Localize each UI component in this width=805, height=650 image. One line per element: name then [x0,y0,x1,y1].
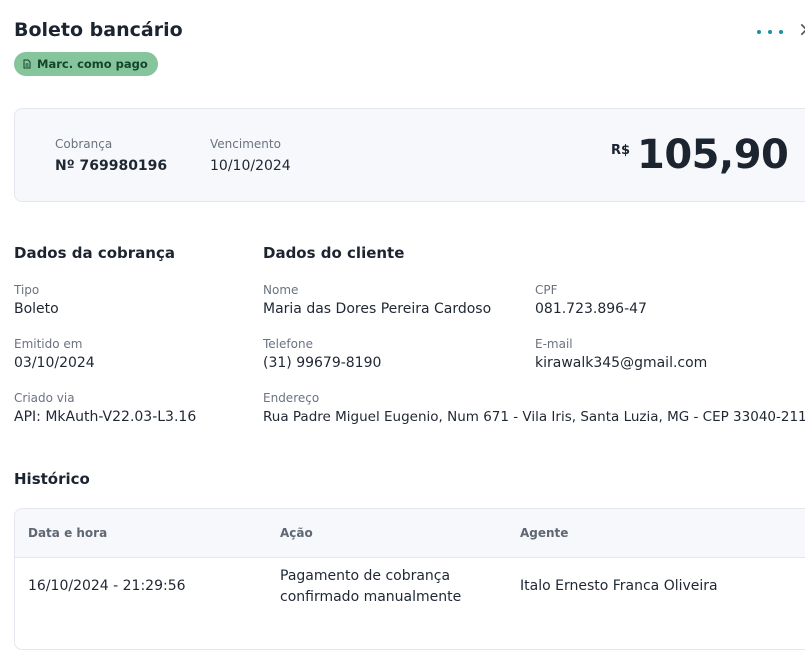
email-label: E-mail [535,337,573,351]
telefone-label: Telefone [263,337,313,351]
cobranca-label: Cobrança [55,137,113,151]
row-datetime: 16/10/2024 - 21:29:56 [28,578,186,594]
criado-value: API: MkAuth-V22.03-L3.16 [14,409,197,425]
historico-title: Histórico [14,470,90,488]
dados-cliente-title: Dados do cliente [263,244,405,262]
column-header-agente: Agente [520,526,569,540]
document-icon [23,59,31,69]
endereco-value: Rua Padre Miguel Eugenio, Num 671 - Vila… [263,409,805,425]
column-header-datetime: Data e hora [28,526,108,540]
row-agente: Italo Ernesto Franca Oliveira [520,578,718,594]
email-value: kirawalk345@gmail.com [535,355,708,371]
table-header: Data e hora Ação Agente [15,509,805,558]
vencimento-label: Vencimento [210,137,281,151]
tipo-value: Boleto [14,301,59,317]
badge-label: Marc. como pago [37,57,148,71]
nome-label: Nome [263,283,299,297]
row-acao-line1: Pagamento de cobrança [280,568,451,584]
more-options-button[interactable] [757,22,783,42]
currency-symbol: R$ [611,143,631,158]
cpf-label: CPF [535,283,558,297]
historico-table: Data e hora Ação Agente 16/10/2024 - 21:… [14,508,805,650]
row-acao-line2: confirmado manualmente [280,589,462,605]
nome-value: Maria das Dores Pereira Cardoso [263,301,492,317]
vencimento-value: 10/10/2024 [210,158,291,174]
emitido-value: 03/10/2024 [14,355,95,371]
column-header-acao: Ação [280,526,313,540]
emitido-label: Emitido em [14,337,83,351]
cpf-value: 081.723.896-47 [535,301,647,317]
criado-label: Criado via [14,391,75,405]
summary-card: Cobrança Nº 769980196 Vencimento 10/10/2… [14,108,805,202]
mark-paid-badge[interactable]: Marc. como pago [14,52,158,76]
tipo-label: Tipo [14,283,40,297]
endereco-label: Endereço [263,391,320,405]
telefone-value: (31) 99679-8190 [263,355,382,371]
page-title: Boleto bancário [14,19,183,41]
more-dots-icon [757,30,761,34]
dados-cobranca-title: Dados da cobrança [14,244,175,262]
close-icon[interactable]: × [798,19,805,39]
cobranca-value: Nº 769980196 [55,158,168,174]
amount-value: 105,90 [637,132,789,178]
